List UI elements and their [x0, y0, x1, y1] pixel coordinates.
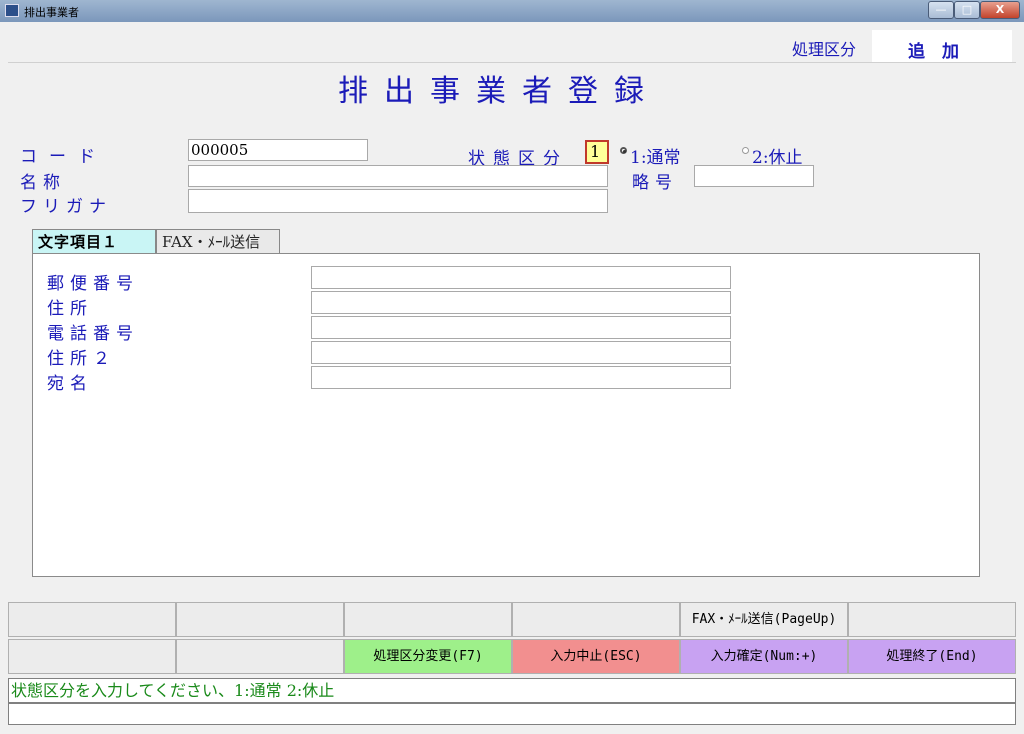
window: 排出事業者 — □ X 処理区分 追 加 排出事業者登録 コード 000005 …	[0, 0, 1024, 734]
tab-panel: 郵便番号 住所 電話番号 住所２ 宛名	[32, 253, 980, 577]
status-input[interactable]: 1	[585, 140, 609, 164]
address2-label: 住所２	[47, 349, 116, 369]
address-input[interactable]	[311, 291, 731, 314]
postal-input[interactable]	[311, 266, 731, 289]
fkey-r2-2[interactable]	[176, 639, 344, 674]
radio-normal-icon[interactable]	[620, 147, 627, 154]
form-title: 排出事業者登録	[338, 74, 660, 109]
code-label: コード	[20, 147, 107, 167]
title-bar: 排出事業者 — □ X	[0, 0, 1024, 22]
mode-value: 追 加	[908, 42, 959, 62]
change-mode-button[interactable]: 処理区分変更(F7)	[344, 639, 512, 674]
kana-input[interactable]	[188, 189, 608, 213]
header-divider	[8, 62, 1016, 63]
tab-text-items[interactable]: 文字項目１	[32, 229, 156, 254]
status-message: 状態区分を入力してください、1:通常 2:休止	[8, 678, 1016, 703]
fkey-r1-4[interactable]	[512, 602, 680, 637]
minimize-button[interactable]: —	[928, 1, 954, 19]
mode-box: 追 加	[872, 30, 1012, 62]
recipient-input[interactable]	[311, 366, 731, 389]
window-title: 排出事業者	[24, 6, 79, 19]
abbr-input[interactable]	[694, 165, 814, 187]
mode-label: 処理区分	[792, 40, 857, 59]
end-process-button[interactable]: 処理終了(End)	[848, 639, 1016, 674]
phone-label: 電話番号	[47, 324, 139, 344]
fax-mail-send-button[interactable]: FAX・ﾒｰﾙ送信(PageUp)	[680, 602, 848, 637]
name-label: 名称	[20, 173, 66, 193]
postal-label: 郵便番号	[47, 274, 139, 294]
fkey-r1-6[interactable]	[848, 602, 1016, 637]
kana-label: フリガナ	[20, 197, 112, 217]
radio-normal-label[interactable]: 1:通常	[630, 143, 681, 168]
form-client: 処理区分 追 加 排出事業者登録 コード 000005 状態区分 1 1:通常 …	[8, 22, 1016, 728]
status-bar-secondary	[8, 703, 1016, 725]
fkey-r1-1[interactable]	[8, 602, 176, 637]
phone-input[interactable]	[311, 316, 731, 339]
confirm-input-button[interactable]: 入力確定(Num:+)	[680, 639, 848, 674]
app-icon	[5, 4, 19, 17]
code-input[interactable]: 000005	[188, 139, 368, 161]
recipient-label: 宛名	[47, 374, 93, 394]
tab-fax-mail[interactable]: FAX・ﾒｰﾙ送信	[156, 229, 280, 253]
maximize-button[interactable]: □	[954, 1, 980, 19]
close-button[interactable]: X	[980, 1, 1020, 19]
abbr-label: 略号	[632, 173, 678, 193]
fkey-r1-3[interactable]	[344, 602, 512, 637]
radio-suspend-icon[interactable]	[742, 147, 749, 154]
address2-input[interactable]	[311, 341, 731, 364]
name-input[interactable]	[188, 165, 608, 187]
address-label: 住所	[47, 299, 93, 319]
cancel-input-button[interactable]: 入力中止(ESC)	[512, 639, 680, 674]
fkey-r2-1[interactable]	[8, 639, 176, 674]
fkey-r1-2[interactable]	[176, 602, 344, 637]
